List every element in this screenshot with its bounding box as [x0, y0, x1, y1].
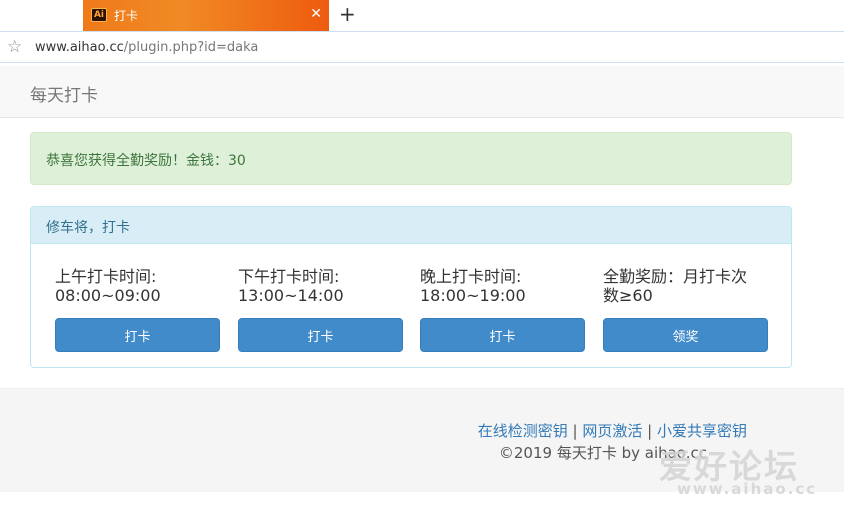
success-alert: 恭喜您获得全勤奖励！金钱：30 [30, 132, 792, 185]
address-bar[interactable]: ☆ www.aihao.cc/plugin.php?id=daka [0, 31, 844, 63]
navbar: 每天打卡 [0, 66, 844, 118]
morning-time: 08:00~09:00 [55, 286, 161, 305]
footer-links: 在线检测密钥 | 网页激活 | 小爱共享密钥 [478, 420, 747, 441]
evening-checkin-button[interactable]: 打卡 [420, 318, 585, 352]
page-content: 每天打卡 恭喜您获得全勤奖励！金钱：30 修车将，打卡 上午打卡时间: 08:0… [0, 66, 844, 512]
navbar-brand[interactable]: 每天打卡 [30, 81, 98, 106]
afternoon-checkin-button[interactable]: 打卡 [238, 318, 403, 352]
browser-tab-bar: Ai 打卡 ✕ + [0, 0, 844, 31]
reward-label: 全勤奖励：月打卡次 [603, 267, 748, 286]
link-separator: | [647, 422, 653, 440]
link-separator: | [572, 422, 578, 440]
panel-title: 修车将，打卡 [46, 220, 130, 236]
afternoon-time-text: 下午打卡时间: 13:00~14:00 [238, 267, 404, 307]
reward-condition: 数≥60 [603, 286, 653, 305]
evening-label: 晚上打卡时间: [420, 267, 522, 286]
new-tab-icon[interactable]: + [339, 3, 356, 25]
reward-text: 全勤奖励：月打卡次 数≥60 [603, 267, 769, 307]
alert-text: 恭喜您获得全勤奖励！金钱：30 [46, 153, 246, 169]
evening-time: 18:00~19:00 [420, 286, 526, 305]
star-bookmark-icon[interactable]: ☆ [7, 37, 22, 57]
checkin-panel: 修车将，打卡 上午打卡时间: 08:00~09:00 打卡 下午打卡时间: 13… [30, 206, 792, 368]
url-host: www.aihao.cc [35, 40, 124, 55]
url-field[interactable]: www.aihao.cc/plugin.php?id=daka [35, 40, 258, 55]
panel-heading: 修车将，打卡 [31, 207, 791, 244]
afternoon-label: 下午打卡时间: [238, 267, 340, 286]
afternoon-column: 下午打卡时间: 13:00~14:00 [238, 267, 404, 307]
morning-column: 上午打卡时间: 08:00~09:00 [55, 267, 221, 307]
illustrator-favicon-icon: Ai [91, 8, 107, 22]
online-key-check-link[interactable]: 在线检测密钥 [478, 422, 568, 440]
morning-label: 上午打卡时间: [55, 267, 157, 286]
url-path: /plugin.php?id=daka [123, 40, 259, 55]
web-activation-link[interactable]: 网页激活 [582, 422, 642, 440]
morning-checkin-button[interactable]: 打卡 [55, 318, 220, 352]
afternoon-time: 13:00~14:00 [238, 286, 344, 305]
evening-column: 晚上打卡时间: 18:00~19:00 [420, 267, 586, 307]
reward-column: 全勤奖励：月打卡次 数≥60 [603, 267, 769, 307]
copyright-text: ©2019 每天打卡 by aihao.cc [498, 444, 707, 462]
morning-time-text: 上午打卡时间: 08:00~09:00 [55, 267, 221, 307]
claim-reward-button[interactable]: 领奖 [603, 318, 768, 352]
shared-key-link[interactable]: 小爱共享密钥 [657, 422, 747, 440]
footer: 在线检测密钥 | 网页激活 | 小爱共享密钥 ©2019 每天打卡 by aih… [0, 388, 844, 492]
tab-title: 打卡 [114, 9, 139, 23]
close-tab-icon[interactable]: ✕ [310, 6, 322, 22]
evening-time-text: 晚上打卡时间: 18:00~19:00 [420, 267, 586, 307]
browser-tab-active[interactable]: Ai 打卡 ✕ [83, 0, 329, 31]
